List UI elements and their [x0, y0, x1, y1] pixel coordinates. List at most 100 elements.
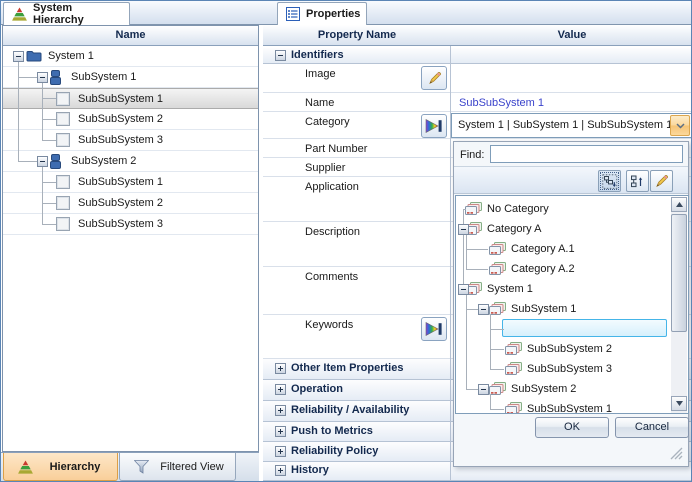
tree-row-label: SubSystem 2	[511, 383, 576, 396]
tree-row-label: System 1	[487, 283, 533, 296]
expander-minus[interactable]	[37, 72, 48, 83]
scroll-down-button[interactable]	[671, 396, 687, 411]
tree-row[interactable]: Category A	[456, 219, 671, 239]
tree-row[interactable]: No Category	[456, 199, 671, 219]
tab-hierarchy[interactable]: Hierarchy	[3, 453, 118, 481]
tab-filtered-view[interactable]: Filtered View	[119, 453, 236, 481]
tree-row[interactable]: SubSubSystem 2	[456, 339, 671, 359]
find-label: Find:	[460, 149, 484, 161]
tree-connector-line	[42, 203, 56, 204]
property-row[interactable]: CategorySystem 1 | SubSystem 1 | SubSubS…	[263, 112, 692, 139]
property-label: Supplier	[305, 162, 345, 174]
tree-row-label: Category A.1	[511, 243, 575, 256]
tree-row[interactable]: SubSubSystem 3	[456, 359, 671, 379]
property-label: Comments	[305, 271, 358, 283]
tree-connector-line	[42, 166, 43, 224]
category-item-icon	[489, 262, 507, 276]
branch-collapse-button[interactable]	[626, 170, 649, 192]
category-item-icon	[489, 302, 507, 316]
property-name-column-header: Property Name	[263, 25, 451, 46]
scrollbar[interactable]	[671, 197, 687, 413]
branch-expand-icon	[602, 174, 618, 189]
property-row[interactable]: NameSubSubSystem 1	[263, 93, 692, 112]
tree-connector-line	[42, 224, 56, 225]
tree-row[interactable]: SubSubSystem 1	[456, 399, 671, 414]
section-label: Reliability Policy	[291, 445, 378, 457]
tree-row-label: SubSubSystem 3	[527, 363, 612, 376]
expander-plus[interactable]	[275, 363, 286, 374]
tab-system-hierarchy[interactable]: System Hierarchy	[3, 2, 130, 25]
expander-plus[interactable]	[275, 446, 286, 457]
expander-minus[interactable]	[458, 284, 469, 295]
property-label: Image	[305, 68, 336, 80]
tree-row[interactable]: System 1	[456, 279, 671, 299]
expander-plus[interactable]	[275, 426, 286, 437]
tab-properties[interactable]: Properties	[277, 2, 367, 25]
pencil-button[interactable]	[421, 66, 447, 90]
category-item-icon	[489, 242, 507, 256]
category-button[interactable]	[421, 317, 447, 341]
box-icon	[56, 92, 70, 106]
expander-plus[interactable]	[275, 405, 286, 416]
pencil-button[interactable]	[650, 170, 673, 192]
expander-plus[interactable]	[275, 384, 286, 395]
expander-minus[interactable]	[478, 304, 489, 315]
tab-system-hierarchy-label: System Hierarchy	[33, 2, 121, 26]
section-label: Identifiers	[291, 49, 344, 61]
value-column-header: Value	[451, 25, 692, 46]
tree-row-label: SubSystem 1	[511, 303, 576, 316]
category-item-icon	[505, 402, 523, 414]
column-divider	[450, 46, 451, 481]
category-value-editor[interactable]: System 1 | SubSystem 1 | SubSubSystem 1	[451, 113, 692, 138]
property-label: Application	[305, 181, 359, 193]
ok-button[interactable]: OK	[535, 417, 609, 438]
category-button[interactable]	[421, 114, 447, 138]
category-item-icon	[505, 362, 523, 376]
tree-connector-line	[463, 209, 466, 210]
tree-row-label: SubSubSystem 3	[78, 218, 163, 231]
resize-grip[interactable]	[669, 447, 684, 460]
tab-filtered-view-label: Filtered View	[160, 461, 223, 473]
tree-row[interactable]: Category A.1	[456, 239, 671, 259]
expander-minus[interactable]	[275, 50, 286, 61]
scrollbar-thumb[interactable]	[671, 214, 687, 332]
expander-minus[interactable]	[37, 156, 48, 167]
pyramid-icon	[12, 7, 27, 21]
property-value: SubSubSystem 1	[459, 97, 544, 109]
tree-row[interactable]: System 1	[3, 46, 258, 67]
tree-row-label: SubSubSystem 1	[78, 176, 163, 189]
popup-toolbar	[454, 166, 688, 194]
app-window: System Hierarchy Properties Name System …	[0, 0, 692, 482]
category-icon	[424, 118, 444, 134]
hierarchy-panel: Name System 1SubSystem 1SubSubSystem 1Su…	[2, 25, 259, 452]
find-input[interactable]	[490, 145, 683, 163]
dropdown-button[interactable]	[670, 115, 690, 136]
tree-row-label: No Category	[487, 203, 549, 216]
tree-connector-line	[466, 389, 478, 390]
expander-plus[interactable]	[275, 465, 286, 476]
stack-icon	[49, 154, 62, 169]
expander-minus[interactable]	[458, 224, 469, 235]
expander-minus[interactable]	[13, 51, 24, 62]
tree-connector-line	[42, 98, 56, 99]
tree-connector-line	[18, 161, 37, 162]
section-label: Operation	[291, 383, 343, 395]
scroll-up-button[interactable]	[671, 197, 687, 212]
tree-row[interactable]: Category A.2	[456, 259, 671, 279]
pyramid-icon	[18, 460, 33, 474]
tree-connector-line	[18, 77, 37, 78]
section-label: History	[291, 464, 329, 476]
tree-row-label: Category A.2	[511, 263, 575, 276]
expander-minus[interactable]	[478, 384, 489, 395]
section-row[interactable]: Identifiers	[263, 48, 692, 64]
tree-row-label: Category A	[487, 223, 541, 236]
box-icon	[56, 196, 70, 210]
branch-expand-button[interactable]	[598, 170, 621, 192]
tree-connector-line	[466, 234, 467, 269]
chevron-down-icon	[676, 123, 685, 129]
cancel-button[interactable]: Cancel	[615, 417, 689, 438]
property-row[interactable]: Image	[263, 64, 692, 93]
tree-connector-line	[490, 369, 504, 370]
tree-connector-line	[42, 182, 56, 183]
tree-connector-line	[42, 140, 56, 141]
